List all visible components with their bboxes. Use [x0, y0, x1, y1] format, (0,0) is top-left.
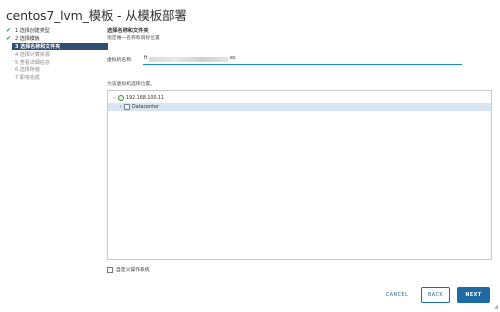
customize-os-checkbox[interactable] [107, 266, 113, 273]
back-button[interactable]: BACK [421, 287, 450, 303]
location-label: 为该虚拟机选择位置。 [107, 82, 155, 87]
step-label: 1 选择创建类型 [15, 28, 50, 35]
step-label: 7 即将完成 [15, 75, 40, 82]
section-title: 选择名称和文件夹 [107, 28, 149, 34]
step-select-storage: 6 选择存储 [6, 66, 103, 74]
chevron-down-icon[interactable]: ⌵ [111, 95, 118, 101]
folder-tree[interactable]: ⌵ 192.168.100.11 › Datacenter [107, 90, 492, 260]
vm-name-row: 虚拟机名称: ft es [107, 55, 463, 65]
step-select-name-folder[interactable]: 3 选择名称和文件夹 [12, 42, 108, 51]
cancel-button[interactable]: CANCEL [382, 290, 412, 300]
tree-node-vcenter[interactable]: ⌵ 192.168.100.11 [108, 94, 491, 102]
step-ready-to-complete: 7 即将完成 [6, 74, 103, 82]
vm-name-label: 虚拟机名称: [107, 58, 133, 63]
step-content: 选择名称和文件夹 指定唯一名称和目标位置 [107, 28, 492, 42]
chevron-right-icon[interactable]: › [117, 104, 124, 110]
redacted-text [149, 57, 229, 62]
wizard-steps: ✔ 1 选择创建类型 ✔ 2 选择模板 3 选择名称和文件夹 4 选择计算资源 … [6, 27, 108, 82]
step-label: 3 选择名称和文件夹 [15, 43, 61, 50]
step-review-details: 5 查看详细信息 [6, 58, 103, 66]
step-select-creation-type[interactable]: ✔ 1 选择创建类型 [6, 27, 103, 35]
next-button[interactable]: NEXT [457, 287, 490, 303]
vcenter-icon [118, 95, 124, 101]
customize-os-label: 自定义操作系统 [116, 268, 150, 273]
check-icon: ✔ [6, 35, 12, 43]
datacenter-icon [124, 104, 130, 110]
step-label: 6 选择存储 [15, 67, 40, 74]
check-icon: ✔ [6, 27, 12, 35]
step-label: 2 选择模板 [15, 36, 40, 43]
resize-grip-icon[interactable]: ◢ [494, 304, 498, 310]
vm-name-prefix: ft [144, 56, 148, 61]
tree-node-label: 192.168.100.11 [126, 95, 165, 101]
vm-name-suffix: es [230, 56, 236, 61]
customize-os-option[interactable]: 自定义操作系统 [107, 266, 150, 273]
step-label: 5 查看详细信息 [15, 59, 50, 66]
dialog-title: centos7_lvm_模板 - 从模板部署 [6, 8, 187, 23]
tree-node-label: Datacenter [132, 104, 159, 110]
step-select-template[interactable]: ✔ 2 选择模板 [6, 35, 103, 43]
tree-node-datacenter[interactable]: › Datacenter [108, 103, 491, 111]
step-label: 4 选择计算资源 [15, 51, 50, 58]
step-select-compute-resource: 4 选择计算资源 [6, 50, 103, 58]
section-subtitle: 指定唯一名称和目标位置 [107, 36, 160, 41]
